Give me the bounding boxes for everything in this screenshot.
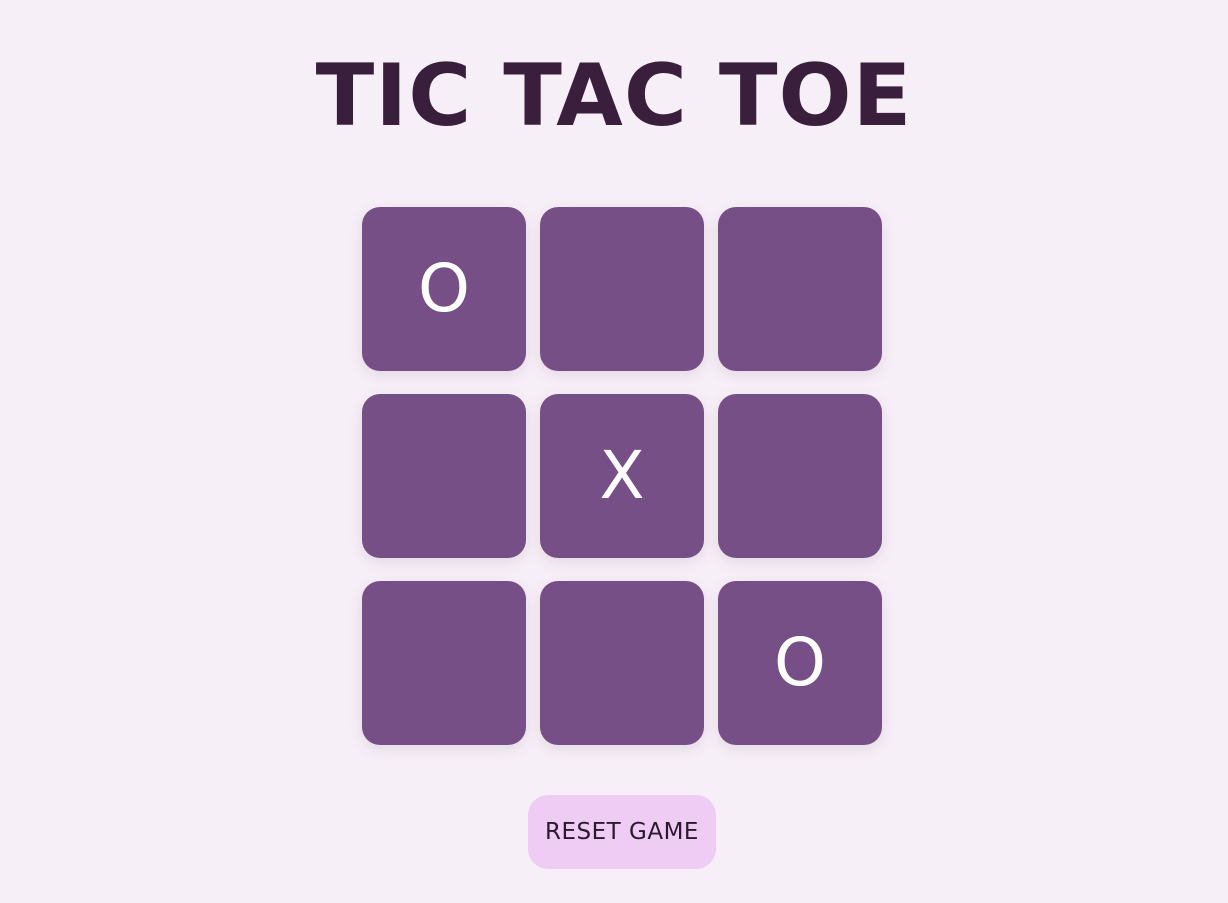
board-cell-5[interactable]: X — [540, 394, 704, 558]
board-cell-4[interactable] — [362, 394, 526, 558]
board-cell-2[interactable] — [540, 207, 704, 371]
game-title: TIC TAC TOE — [315, 46, 913, 146]
board-cell-1[interactable]: O — [362, 207, 526, 371]
game-board: O X O — [362, 207, 882, 745]
board-cell-7[interactable] — [362, 581, 526, 745]
board-cell-9[interactable]: O — [718, 581, 882, 745]
board-cell-8[interactable] — [540, 581, 704, 745]
board-cell-6[interactable] — [718, 394, 882, 558]
board-cell-3[interactable] — [718, 207, 882, 371]
reset-game-button[interactable]: RESET GAME — [528, 795, 716, 869]
